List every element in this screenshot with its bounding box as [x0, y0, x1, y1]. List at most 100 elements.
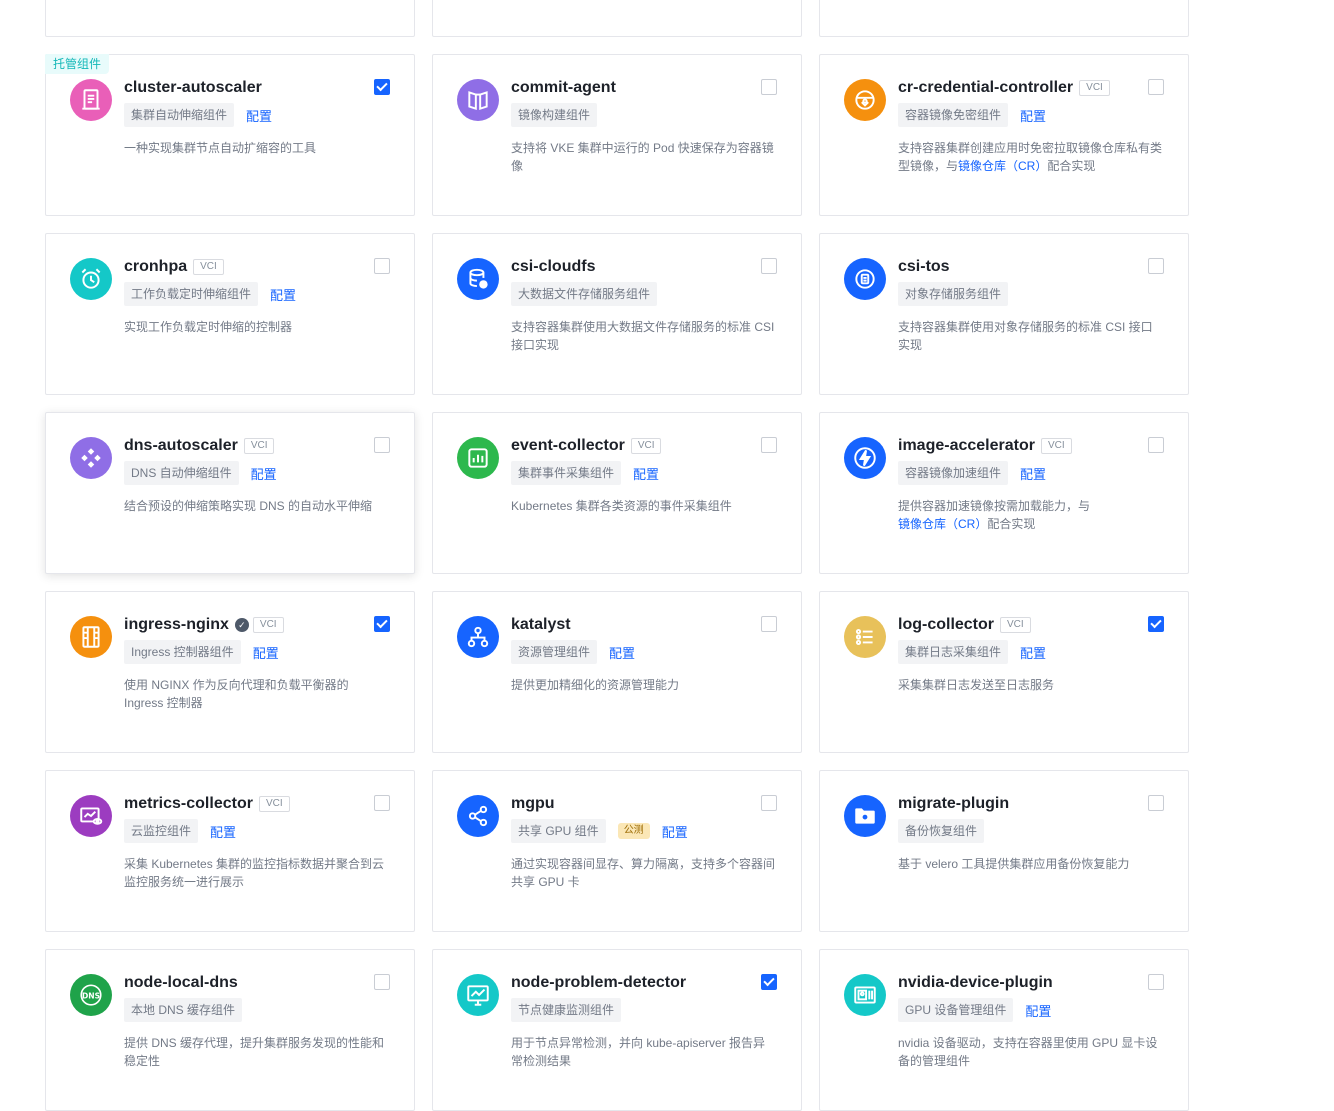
config-link[interactable]: 配置	[662, 822, 688, 841]
select-checkbox[interactable]	[761, 616, 777, 632]
steering-icon	[844, 79, 886, 121]
category-tag: GPU 设备管理组件	[898, 998, 1014, 1022]
card-title-row: cr-credential-controller VCI	[898, 77, 1140, 99]
component-title: cluster-autoscaler	[124, 79, 262, 96]
component-title: csi-tos	[898, 258, 950, 275]
card-meta-row: Ingress 控制器组件 配置	[124, 640, 279, 664]
component-title: nvidia-device-plugin	[898, 974, 1053, 991]
vci-badge: VCI	[252, 617, 284, 633]
config-link[interactable]: 配置	[270, 285, 296, 304]
component-card-node-problem-detector[interactable]: node-problem-detector 节点健康监测组件 用于节点异常检测，并向…	[432, 949, 802, 1111]
category-tag: 共享 GPU 组件	[511, 819, 606, 843]
card-meta-row: 本地 DNS 缓存组件	[124, 998, 243, 1022]
component-description: 通过实现容器间显存、算力隔离，支持多个容器间共享 GPU 卡	[511, 855, 777, 891]
card-title-row: log-collector VCI	[898, 614, 1140, 636]
select-checkbox[interactable]	[374, 616, 390, 632]
component-title: metrics-collector	[124, 795, 253, 812]
component-card-nvidia-device-plugin[interactable]: nvidia-device-plugin GPU 设备管理组件 配置 nvidia 设…	[819, 949, 1189, 1111]
select-checkbox[interactable]	[1148, 616, 1164, 632]
select-checkbox[interactable]	[1148, 437, 1164, 453]
category-tag: 资源管理组件	[511, 640, 598, 664]
partial-card[interactable]	[45, 0, 415, 37]
component-description: 提供 DNS 缓存代理，提升集群服务发现的性能和稳定性	[124, 1034, 390, 1070]
component-card-cluster-autoscaler[interactable]: 托管组件 cluster-autoscaler 集群自动伸缩组件 配置 一种实现集群节点…	[45, 54, 415, 216]
description-text: 用于节点异常检测，并向 kube-apiserver 报告异常检测结果	[511, 1036, 766, 1068]
cr-registry-link[interactable]: 镜像仓库（CR）	[958, 159, 1047, 173]
component-card-node-local-dns[interactable]: DNS node-local-dns 本地 DNS 缓存组件 提供 DNS 缓存代理，…	[45, 949, 415, 1111]
config-link[interactable]: 配置	[633, 464, 659, 483]
description-text: Kubernetes 集群各类资源的事件采集组件	[511, 499, 732, 513]
share-nodes-icon	[457, 795, 499, 837]
monitor-chart-icon	[457, 974, 499, 1016]
select-checkbox[interactable]	[374, 795, 390, 811]
select-checkbox[interactable]	[374, 437, 390, 453]
category-tag: 大数据文件存储服务组件	[511, 282, 658, 306]
component-card-mgpu[interactable]: mgpu 共享 GPU 组件 公测 配置 通过实现容器间显存、算力隔离，支持多个容器间共…	[432, 770, 802, 932]
select-checkbox[interactable]	[761, 79, 777, 95]
config-link[interactable]: 配置	[253, 643, 279, 662]
description-text: 结合预设的伸缩策略实现 DNS 的自动水平伸缩	[124, 499, 373, 513]
component-card-metrics-collector[interactable]: metrics-collector VCI 云监控组件 配置 采集 Kubernetes…	[45, 770, 415, 932]
database-icon	[457, 258, 499, 300]
card-meta-row: 对象存储服务组件	[898, 282, 1009, 306]
description-text: nvidia 设备驱动，支持在容器里使用 GPU 显卡设备的管理组件	[898, 1036, 1158, 1068]
config-link[interactable]: 配置	[1020, 464, 1046, 483]
component-card-dns-autoscaler[interactable]: dns-autoscaler VCI DNS 自动伸缩组件 配置 结合预设的伸缩策略实现…	[45, 412, 415, 574]
select-checkbox[interactable]	[374, 974, 390, 990]
select-checkbox[interactable]	[374, 258, 390, 274]
select-checkbox[interactable]	[761, 795, 777, 811]
component-card-log-collector[interactable]: log-collector VCI 集群日志采集组件 配置 采集集群日志发送至日志服务	[819, 591, 1189, 753]
component-card-migrate-plugin[interactable]: migrate-plugin 备份恢复组件 基于 velero 工具提供集群应用备份…	[819, 770, 1189, 932]
config-link[interactable]: 配置	[609, 643, 635, 662]
description-text: 支持容器集群使用对象存储服务的标准 CSI 接口实现	[898, 320, 1153, 352]
config-link[interactable]: 配置	[1025, 1001, 1051, 1020]
component-title: mgpu	[511, 795, 555, 812]
select-checkbox[interactable]	[1148, 795, 1164, 811]
select-checkbox[interactable]	[761, 437, 777, 453]
category-tag: 集群日志采集组件	[898, 640, 1009, 664]
component-card-cronhpa[interactable]: cronhpa VCI 工作负载定时伸缩组件 配置 实现工作负载定时伸缩的控制器	[45, 233, 415, 395]
component-card-csi-cloudfs[interactable]: csi-cloudfs 大数据文件存储服务组件 支持容器集群使用大数据文件存储服务的…	[432, 233, 802, 395]
chart-board-icon	[457, 437, 499, 479]
component-card-cr-credential-controller[interactable]: cr-credential-controller VCI 容器镜像免密组件 配置 支持容…	[819, 54, 1189, 216]
partial-card[interactable]	[432, 0, 802, 37]
select-checkbox[interactable]	[1148, 79, 1164, 95]
config-link[interactable]: 配置	[251, 464, 277, 483]
cr-registry-link[interactable]: 镜像仓库（CR）	[898, 517, 987, 531]
component-card-image-accelerator[interactable]: image-accelerator VCI 容器镜像加速组件 配置 提供容器加速镜像按需…	[819, 412, 1189, 574]
component-card-event-collector[interactable]: event-collector VCI 集群事件采集组件 配置 Kubernetes 集…	[432, 412, 802, 574]
object-storage-icon	[844, 258, 886, 300]
card-meta-row: 资源管理组件 配置	[511, 640, 635, 664]
description-text: 提供 DNS 缓存代理，提升集群服务发现的性能和稳定性	[124, 1036, 385, 1068]
select-checkbox[interactable]	[761, 974, 777, 990]
description-text: 提供更加精细化的资源管理能力	[511, 678, 680, 692]
config-link[interactable]: 配置	[1020, 643, 1046, 662]
component-description: 提供更加精细化的资源管理能力	[511, 676, 777, 694]
badge-group: VCI	[193, 259, 224, 275]
select-checkbox[interactable]	[374, 79, 390, 95]
card-title-row: ingress-nginx ✓ VCI	[124, 614, 366, 636]
component-card-katalyst[interactable]: katalyst 资源管理组件 配置 提供更加精细化的资源管理能力	[432, 591, 802, 753]
card-title-row: node-problem-detector	[511, 972, 753, 994]
select-checkbox[interactable]	[1148, 258, 1164, 274]
partial-card[interactable]	[819, 0, 1189, 37]
vci-badge: VCI	[243, 438, 275, 454]
card-meta-row: DNS 自动伸缩组件 配置	[124, 461, 277, 485]
badge-group: VCI	[1000, 617, 1031, 633]
category-tag: DNS 自动伸缩组件	[124, 461, 239, 485]
card-title-row: metrics-collector VCI	[124, 793, 366, 815]
card-meta-row: 镜像构建组件	[511, 103, 598, 127]
badge-group: VCI	[1079, 80, 1110, 96]
component-card-commit-agent[interactable]: commit-agent 镜像构建组件 支持将 VKE 集群中运行的 Pod 快速保…	[432, 54, 802, 216]
config-link[interactable]: 配置	[1020, 106, 1046, 125]
component-title: commit-agent	[511, 79, 616, 96]
component-card-ingress-nginx[interactable]: ingress-nginx ✓ VCI Ingress 控制器组件 配置 使用 NGINX…	[45, 591, 415, 753]
config-link[interactable]: 配置	[210, 822, 236, 841]
component-description: 实现工作负载定时伸缩的控制器	[124, 318, 390, 336]
select-checkbox[interactable]	[761, 258, 777, 274]
component-title: cr-credential-controller	[898, 79, 1074, 96]
config-link[interactable]: 配置	[246, 106, 272, 125]
select-checkbox[interactable]	[1148, 974, 1164, 990]
component-card-csi-tos[interactable]: csi-tos 对象存储服务组件支持容器集群使用对象存储服务的标准 CSI 接口实…	[819, 233, 1189, 395]
vci-badge: VCI	[630, 438, 662, 454]
